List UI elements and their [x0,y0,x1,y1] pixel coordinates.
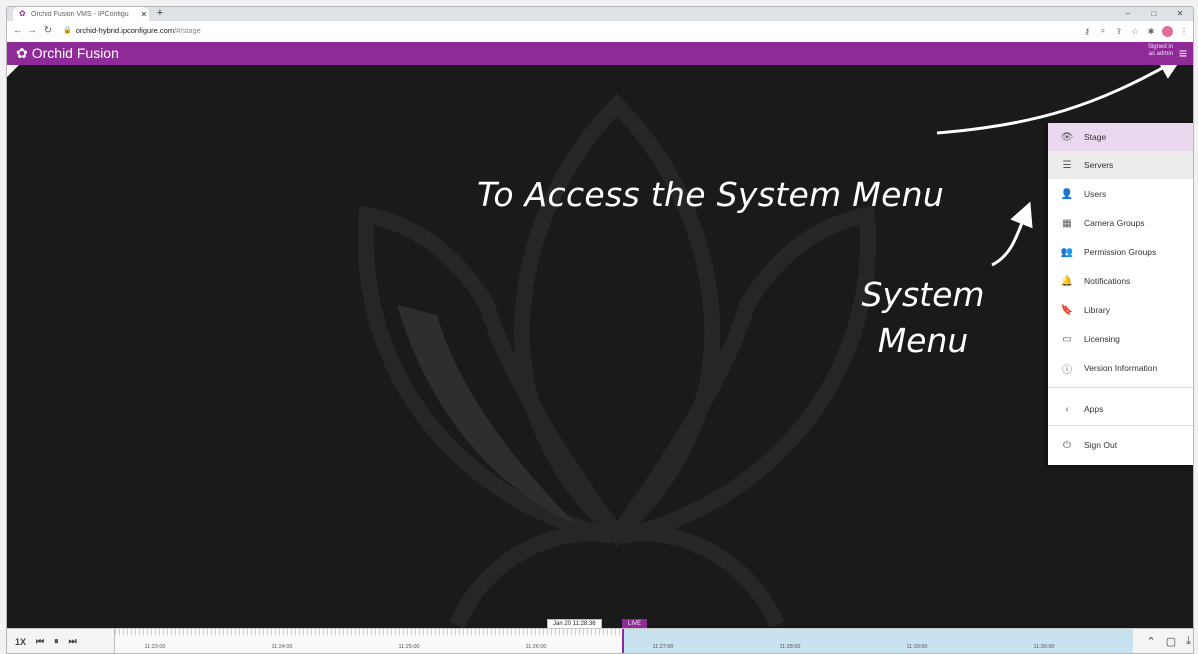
browser-toolbar: ⚷ ⌕ ⇪ ☆ ✱ ⋮ [1082,24,1189,38]
skip-back-icon[interactable]: ⏮ [36,636,44,647]
annotation-arrows [936,65,1183,267]
playback-controls: 1X ⏮ ⏸ ⏭ [15,629,77,653]
tab-title: Orchid Fusion VMS - IPConfigu [31,10,129,18]
profile-avatar[interactable] [1162,25,1173,37]
menu-item-version-information[interactable]: ⓘ Version Information [1048,354,1193,382]
timeline-tick-label: 11:26:00 [525,644,547,650]
menu-item-label: Library [1084,305,1110,315]
menu-item-apps[interactable]: ‹ Apps [1048,395,1193,423]
menu-item-label: Permission Groups [1084,247,1157,257]
browser-menu-icon[interactable]: ⋮ [1179,27,1189,36]
star-icon[interactable]: ☆ [1130,27,1140,36]
download-icon[interactable]: ⤓ [1186,635,1191,648]
timeline-track[interactable]: 11:23:00 11:24:00 11:25:00 11:26:00 11:2… [114,629,1133,653]
menu-item-notifications[interactable]: 🔔 Notifications [1048,267,1193,295]
people-icon: 👥 [1060,246,1074,258]
skip-forward-icon[interactable]: ⏭ [69,636,77,647]
menu-item-sign-out[interactable]: ⏻ Sign Out [1048,431,1193,459]
menu-item-label: Users [1084,189,1107,199]
menu-item-licensing[interactable]: ▭ Licensing [1048,325,1193,353]
timeline-future-range [622,629,1133,653]
timeline-tools: ⌃ ▢ ⤓ [1147,629,1192,653]
power-icon: ⏻ [1063,439,1071,451]
share-icon[interactable]: ⇪ [1114,27,1124,36]
system-menu: 👁 Stage ☰ Servers 👤 Users ▦ Camera Group… [1048,123,1193,465]
menu-item-stage[interactable]: 👁 Stage [1048,123,1193,151]
camera-group-icon: ▦ [1062,217,1072,229]
menu-item-label: Servers [1084,160,1114,170]
app-title: Orchid Fusion [31,45,119,61]
browser-window: ✿ Orchid Fusion VMS - IPConfigu ✕ + – □ … [6,6,1194,654]
chevron-up-icon[interactable]: ⌃ [1147,635,1156,648]
minimize-icon[interactable]: – [1115,7,1141,21]
bell-icon: 🔔 [1060,275,1074,287]
tab-strip: ✿ Orchid Fusion VMS - IPConfigu ✕ + – □ … [7,7,1193,21]
tab-close-icon[interactable]: ✕ [139,10,149,19]
info-icon: ⓘ [1062,364,1072,376]
calendar-icon[interactable]: ▢ [1166,635,1176,648]
menu-item-label: Stage [1084,132,1107,142]
menu-item-servers[interactable]: ☰ Servers [1048,151,1193,179]
timeline-tick-label: 11:27:00 [652,644,674,650]
menu-divider [1048,387,1193,388]
address-bar-row: ← → ↻ 🔒 orchid-hybrid.ipconfigure.com/#/… [7,21,1193,43]
lock-icon: 🔒 [63,27,72,34]
forward-icon[interactable]: → [25,24,39,38]
menu-item-label: Camera Groups [1084,218,1145,228]
timeline-tick-label: 11:25:00 [398,644,420,650]
timeline-bar: 1X ⏮ ⏸ ⏭ 11:23:00 11:24:00 11:25:00 11:2… [7,628,1193,653]
window-close-icon[interactable]: ✕ [1167,7,1193,21]
extensions-icon[interactable]: ✱ [1146,27,1156,36]
hamburger-menu-icon[interactable]: ≡ [1175,45,1191,61]
timeline-tick-label: 11:28:00 [779,644,801,650]
signed-in-line2: as admin [1148,51,1173,57]
app-logo[interactable]: ✿ Orchid Fusion [16,45,119,62]
license-card-icon: ▭ [1062,333,1072,345]
key-icon[interactable]: ⚷ [1082,27,1092,36]
reload-icon[interactable]: ↻ [41,24,55,38]
timeline-tick-label: 11:23:00 [144,644,166,650]
menu-item-permission-groups[interactable]: 👥 Permission Groups [1048,238,1193,266]
timeline-tick-label: 11:30:00 [1033,644,1055,650]
window-controls: – □ ✕ [1115,7,1193,21]
signed-in-info: Signed in as admin [1148,44,1173,58]
zoom-icon[interactable]: ⌕ [1098,26,1108,36]
browser-tab[interactable]: ✿ Orchid Fusion VMS - IPConfigu ✕ [13,7,149,21]
menu-item-users[interactable]: 👤 Users [1048,180,1193,208]
url-host: orchid-hybrid.ipconfigure.com [75,26,175,35]
user-icon: 👤 [1060,188,1074,200]
menu-item-label: Notifications [1084,276,1131,286]
new-tab-button[interactable]: + [153,7,167,21]
maximize-icon[interactable]: □ [1141,7,1167,21]
eye-icon: 👁 [1060,131,1074,143]
back-icon[interactable]: ← [11,24,25,38]
menu-divider [1048,425,1193,426]
app-header: ✿ Orchid Fusion Signed in as admin ≡ [7,42,1193,65]
signed-in-line1: Signed in [1147,44,1173,50]
playback-speed[interactable]: 1X [15,637,26,647]
menu-item-library[interactable]: 🔖 Library [1048,296,1193,324]
orchid-logo-icon: ✿ [16,45,28,61]
menu-item-label: Sign Out [1084,440,1118,450]
timeline-tick-label: 11:24:00 [271,644,293,650]
menu-item-label: Licensing [1084,334,1120,344]
bookmark-icon: 🔖 [1060,304,1074,316]
server-list-icon: ☰ [1062,159,1072,171]
pause-icon[interactable]: ⏸ [54,636,59,647]
stage-view: To Access the System Menu System Menu 👁 … [7,65,1193,628]
url-path: /#/stage [174,26,201,35]
arrow-to-menu [991,201,1033,267]
url-field[interactable]: 🔒 orchid-hybrid.ipconfigure.com/#/stage [63,24,201,38]
orchid-favicon-icon: ✿ [19,9,26,18]
timeline-tick-label: 11:29:00 [906,644,928,650]
menu-item-label: Version Information [1084,363,1158,373]
menu-item-camera-groups[interactable]: ▦ Camera Groups [1048,209,1193,237]
chevron-left-icon: ‹ [1065,403,1069,415]
menu-item-label: Apps [1084,404,1104,414]
